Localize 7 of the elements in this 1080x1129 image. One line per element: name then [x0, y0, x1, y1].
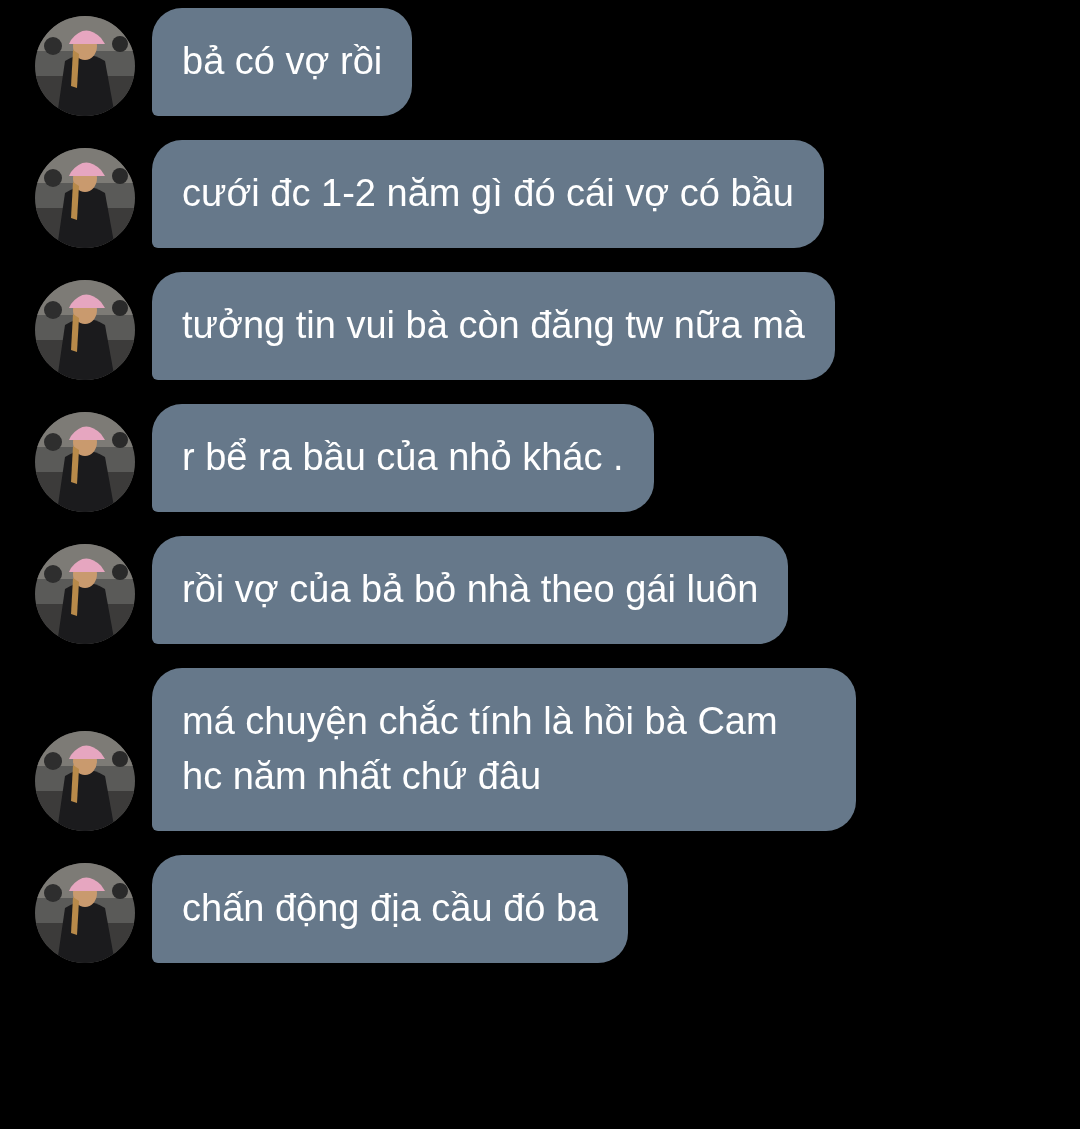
message-text: r bể ra bầu của nhỏ khác .: [182, 436, 624, 478]
message-text: bả có vợ rồi: [182, 40, 383, 82]
message-text: tưởng tin vui bà còn đăng tw nữa mà: [182, 304, 805, 346]
message-text: cưới đc 1-2 năm gì đó cái vợ có bầu: [182, 172, 794, 214]
message-text: má chuyện chắc tính là hồi bà Cam hc năm nhất chứ đâu: [182, 700, 778, 797]
message-text: rồi vợ của bả bỏ nhà theo gái luôn: [182, 568, 759, 610]
message-text: chấn động địa cầu đó ba: [182, 887, 599, 929]
